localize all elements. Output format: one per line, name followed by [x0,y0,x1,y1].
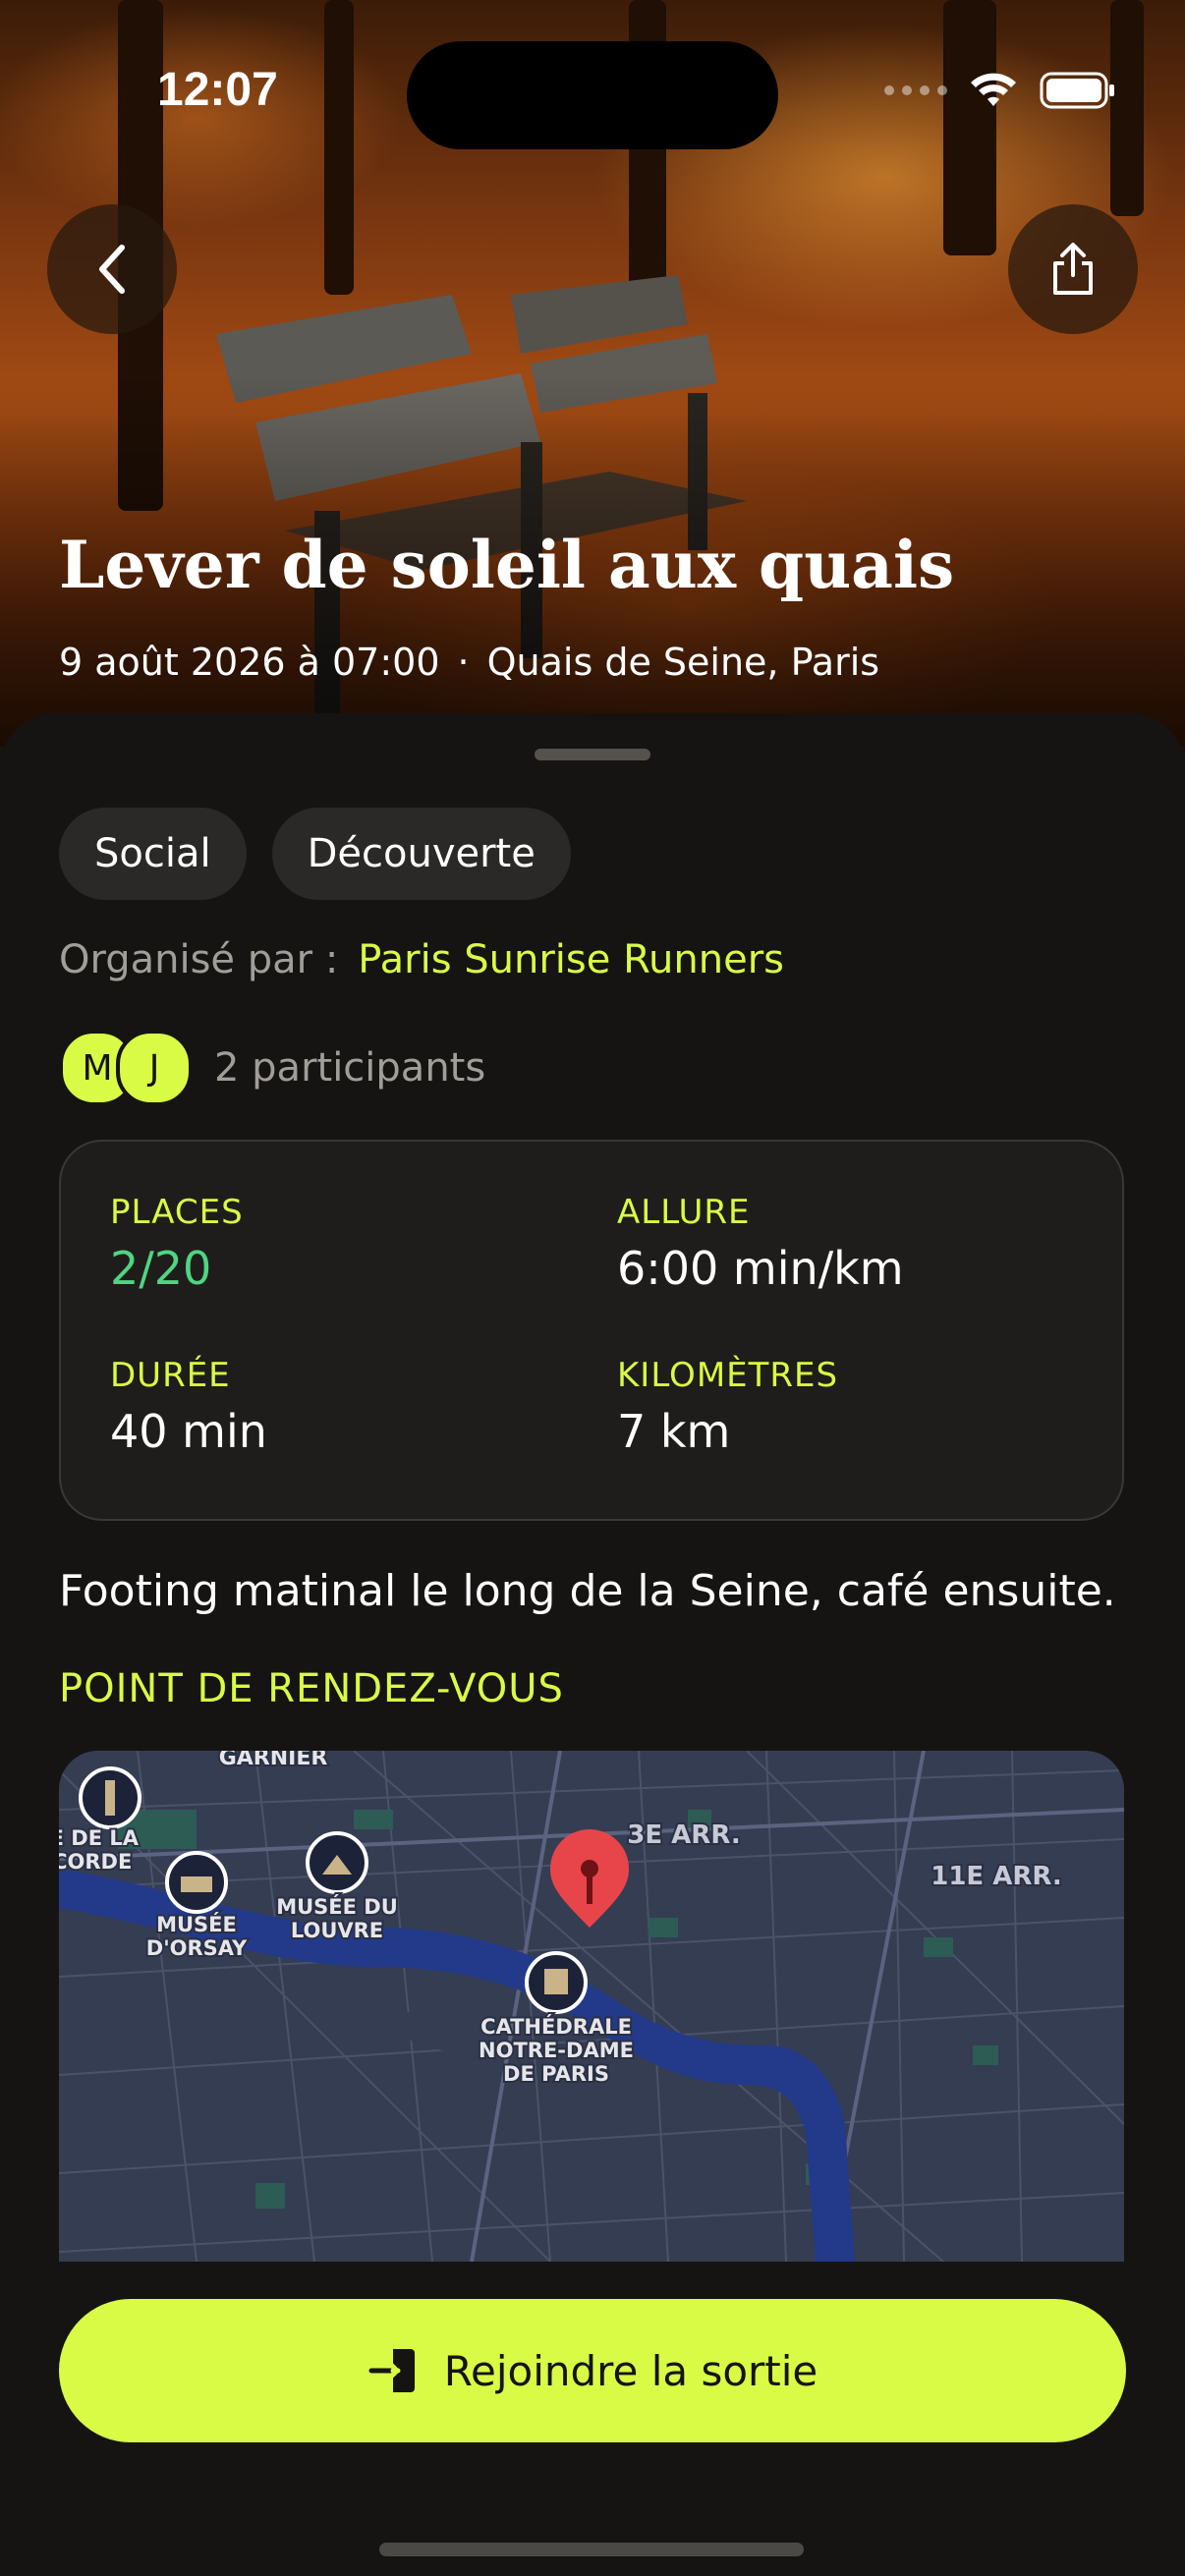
cellular-icon [884,85,947,95]
map-label: 3E ARR. [627,1820,740,1850]
stat-distance: KILOMÈTRES 7 km [617,1356,838,1458]
map-canvas: GARNIER ACE DE LA ONCORDE MUSÉE D'ORSAY … [59,1751,1124,2262]
home-indicator[interactable] [379,2543,804,2556]
details-sheet: Social Découverte Organisé par : Paris S… [0,713,1185,2576]
status-icons [884,71,1116,110]
event-meta: 9 août 2026 à 07:00 · Quais de Seine, Pa… [59,641,879,684]
organizer-label: Organisé par : [59,937,339,982]
tree-trunk [324,0,354,295]
map-label: MUSÉE DU [276,1894,398,1919]
stat-value: 6:00 min/km [617,1242,904,1295]
stat-label: ALLURE [617,1193,751,1232]
stat-pace: ALLURE 6:00 min/km [617,1193,904,1295]
participants-row[interactable]: M J 2 participants [59,1030,485,1106]
tag-list: Social Découverte [59,808,571,900]
share-button[interactable] [1008,204,1138,334]
status-time: 12:07 [157,64,278,116]
organizer-row: Organisé par : Paris Sunrise Runners [59,937,784,982]
wifi-icon [971,73,1016,106]
organizer-link[interactable]: Paris Sunrise Runners [358,937,784,982]
join-button-label: Rejoindre la sortie [443,2346,818,2395]
meeting-point-map[interactable]: GARNIER ACE DE LA ONCORDE MUSÉE D'ORSAY … [59,1751,1124,2262]
stat-duration: DURÉE 40 min [110,1356,267,1458]
event-location: Quais de Seine, Paris [486,641,880,684]
stat-value: 2/20 [110,1242,212,1295]
stat-value: 40 min [110,1405,267,1458]
avatar: J [116,1030,193,1106]
tag-chip[interactable]: Social [59,808,247,900]
map-label: CATHÉDRALE [480,2014,632,2039]
event-description: Footing matinal le long de la Seine, caf… [59,1566,1116,1616]
stat-places: PLACES 2/20 [110,1193,244,1295]
map-label: NOTRE-DAME [479,2039,634,2062]
meta-separator: · [457,641,470,684]
map-label: DE PARIS [503,2062,609,2086]
map-label: LOUVRE [291,1919,383,1942]
map-label: ACE DE LA [59,1826,140,1850]
stat-label: KILOMÈTRES [617,1356,839,1395]
meeting-point-title: POINT DE RENDEZ-VOUS [59,1666,564,1711]
share-icon [1053,243,1093,295]
tree-trunk [943,0,996,255]
stats-card: PLACES 2/20 ALLURE 6:00 min/km DURÉE 40 … [59,1140,1124,1521]
join-button[interactable]: Rejoindre la sortie [59,2299,1126,2442]
stat-value: 7 km [617,1405,731,1458]
event-date: 9 août 2026 à 07:00 [59,641,440,684]
stat-label: DURÉE [110,1356,231,1395]
map-label: ONCORDE [59,1850,132,1874]
stat-label: PLACES [110,1193,244,1232]
dynamic-island [407,41,778,149]
tag-chip[interactable]: Découverte [271,808,571,900]
back-button[interactable] [47,204,177,334]
participants-count: 2 participants [214,1045,486,1091]
battery-icon [1040,72,1114,109]
chevron-left-icon [99,245,125,294]
login-icon [368,2349,415,2392]
event-title: Lever de soleil aux quais [59,527,955,603]
map-label: 11E ARR. [931,1862,1062,1891]
map-label: D'ORSAY [146,1936,248,1960]
map-label: MUSÉE [156,1912,237,1936]
sheet-grabber[interactable] [535,749,650,760]
map-label: GARNIER [219,1751,328,1770]
